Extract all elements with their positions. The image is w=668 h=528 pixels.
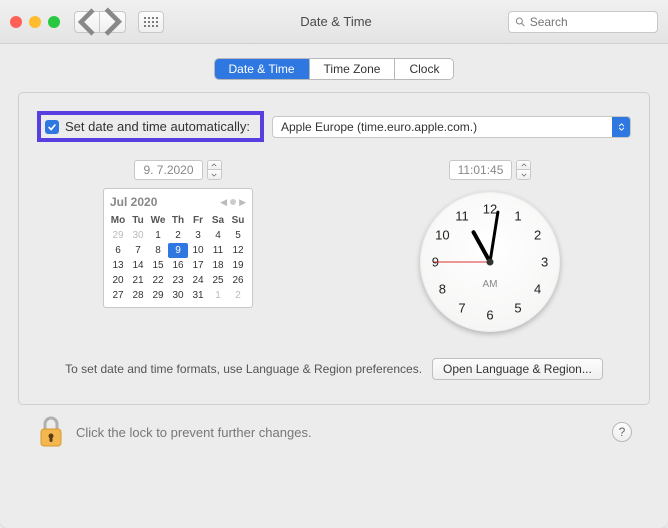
calendar-day[interactable]: 27 (108, 288, 128, 303)
dropdown-arrow-icon (612, 117, 630, 137)
time-step-up[interactable] (517, 161, 530, 170)
lock-icon[interactable] (36, 415, 66, 449)
calendar-day[interactable]: 1 (148, 228, 168, 243)
calendar-day[interactable]: 25 (208, 273, 228, 288)
calendar-day[interactable]: 11 (208, 243, 228, 258)
content-panel: Set date and time automatically: Apple E… (18, 92, 650, 405)
clock-num-10: 10 (435, 228, 449, 243)
calendar-day[interactable]: 1 (208, 288, 228, 303)
analog-clock: 12 1 2 3 4 5 6 7 8 9 10 11 AM (420, 192, 560, 332)
clock-num-7: 7 (458, 301, 465, 316)
calendar-day[interactable]: 5 (228, 228, 248, 243)
window-controls (10, 16, 60, 28)
calendar-day[interactable]: 30 (168, 288, 188, 303)
calendar-next-icon[interactable]: ▶ (239, 197, 246, 208)
calendar-day[interactable]: 4 (208, 228, 228, 243)
calendar-day[interactable]: 3 (188, 228, 208, 243)
tab-date-time[interactable]: Date & Time (215, 59, 310, 79)
open-language-region-button[interactable]: Open Language & Region... (432, 358, 603, 380)
calendar-dow: Sa (208, 213, 228, 228)
calendar-dow: Mo (108, 213, 128, 228)
calendar-day[interactable]: 2 (168, 228, 188, 243)
clock-num-1: 1 (514, 208, 521, 223)
help-button[interactable]: ? (612, 422, 632, 442)
calendar-day[interactable]: 29 (108, 228, 128, 243)
calendar-dow: Th (168, 213, 188, 228)
calendar-day[interactable]: 24 (188, 273, 208, 288)
zoom-icon[interactable] (48, 16, 60, 28)
calendar-dow: Su (228, 213, 248, 228)
titlebar: Date & Time (0, 0, 668, 44)
forward-button[interactable] (100, 11, 126, 33)
calendar-dow: We (148, 213, 168, 228)
calendar-day[interactable]: 31 (188, 288, 208, 303)
clock-num-5: 5 (514, 301, 521, 316)
calendar-day[interactable]: 20 (108, 273, 128, 288)
calendar-day[interactable]: 12 (228, 243, 248, 258)
search-icon (515, 16, 526, 28)
calendar-day[interactable]: 9 (168, 243, 188, 258)
show-all-button[interactable] (138, 11, 164, 33)
tab-clock[interactable]: Clock (395, 59, 453, 79)
time-step-down[interactable] (517, 170, 530, 179)
grid-icon (144, 17, 158, 27)
date-step-down[interactable] (208, 170, 221, 179)
calendar-day[interactable]: 8 (148, 243, 168, 258)
clock-num-3: 3 (541, 255, 548, 270)
search-input[interactable] (530, 15, 651, 29)
calendar-day[interactable]: 2 (228, 288, 248, 303)
date-stepper: 9. 7.2020 (134, 160, 221, 180)
ntp-server-value: Apple Europe (time.euro.apple.com.) (281, 120, 477, 134)
calendar-dow: Tu (128, 213, 148, 228)
lock-text: Click the lock to prevent further change… (76, 425, 312, 440)
clock-ampm: AM (483, 279, 498, 290)
tab-time-zone[interactable]: Time Zone (310, 59, 396, 79)
format-hint: To set date and time formats, use Langua… (65, 362, 422, 376)
auto-datetime-highlight: Set date and time automatically: (37, 111, 264, 142)
calendar-day[interactable]: 7 (128, 243, 148, 258)
search-field[interactable] (508, 11, 658, 33)
calendar-day[interactable]: 16 (168, 258, 188, 273)
calendar-day[interactable]: 14 (128, 258, 148, 273)
auto-datetime-checkbox[interactable] (45, 120, 59, 134)
calendar-day[interactable]: 17 (188, 258, 208, 273)
calendar[interactable]: Jul 2020 ◀ ▶ MoTuWeThFrSaSu2930123456789… (103, 188, 253, 308)
calendar-day[interactable]: 21 (128, 273, 148, 288)
calendar-day[interactable]: 18 (208, 258, 228, 273)
close-icon[interactable] (10, 16, 22, 28)
ntp-server-select[interactable]: Apple Europe (time.euro.apple.com.) (272, 116, 631, 138)
calendar-today-icon[interactable] (230, 199, 236, 205)
minute-hand (489, 210, 500, 262)
date-field[interactable]: 9. 7.2020 (134, 160, 202, 180)
calendar-day[interactable]: 28 (128, 288, 148, 303)
calendar-day[interactable]: 23 (168, 273, 188, 288)
back-button[interactable] (74, 11, 100, 33)
time-field[interactable]: 11:01:45 (449, 160, 513, 180)
calendar-day[interactable]: 19 (228, 258, 248, 273)
clock-center (487, 259, 494, 266)
clock-num-8: 8 (439, 281, 446, 296)
calendar-day[interactable]: 22 (148, 273, 168, 288)
calendar-day[interactable]: 30 (128, 228, 148, 243)
tab-bar: Date & Time Time Zone Clock (18, 58, 650, 80)
calendar-day[interactable]: 10 (188, 243, 208, 258)
clock-num-4: 4 (534, 281, 541, 296)
clock-num-2: 2 (534, 228, 541, 243)
second-hand (434, 262, 490, 263)
auto-datetime-label: Set date and time automatically: (65, 119, 250, 134)
minimize-icon[interactable] (29, 16, 41, 28)
clock-num-11: 11 (455, 208, 469, 223)
calendar-day[interactable]: 6 (108, 243, 128, 258)
date-step-up[interactable] (208, 161, 221, 170)
calendar-day[interactable]: 13 (108, 258, 128, 273)
calendar-prev-icon[interactable]: ◀ (220, 197, 227, 208)
calendar-day[interactable]: 15 (148, 258, 168, 273)
calendar-title: Jul 2020 (110, 195, 157, 209)
window-title: Date & Time (172, 14, 500, 29)
clock-num-6: 6 (486, 308, 493, 323)
calendar-day[interactable]: 26 (228, 273, 248, 288)
time-stepper: 11:01:45 (449, 160, 532, 180)
calendar-dow: Fr (188, 213, 208, 228)
calendar-day[interactable]: 29 (148, 288, 168, 303)
